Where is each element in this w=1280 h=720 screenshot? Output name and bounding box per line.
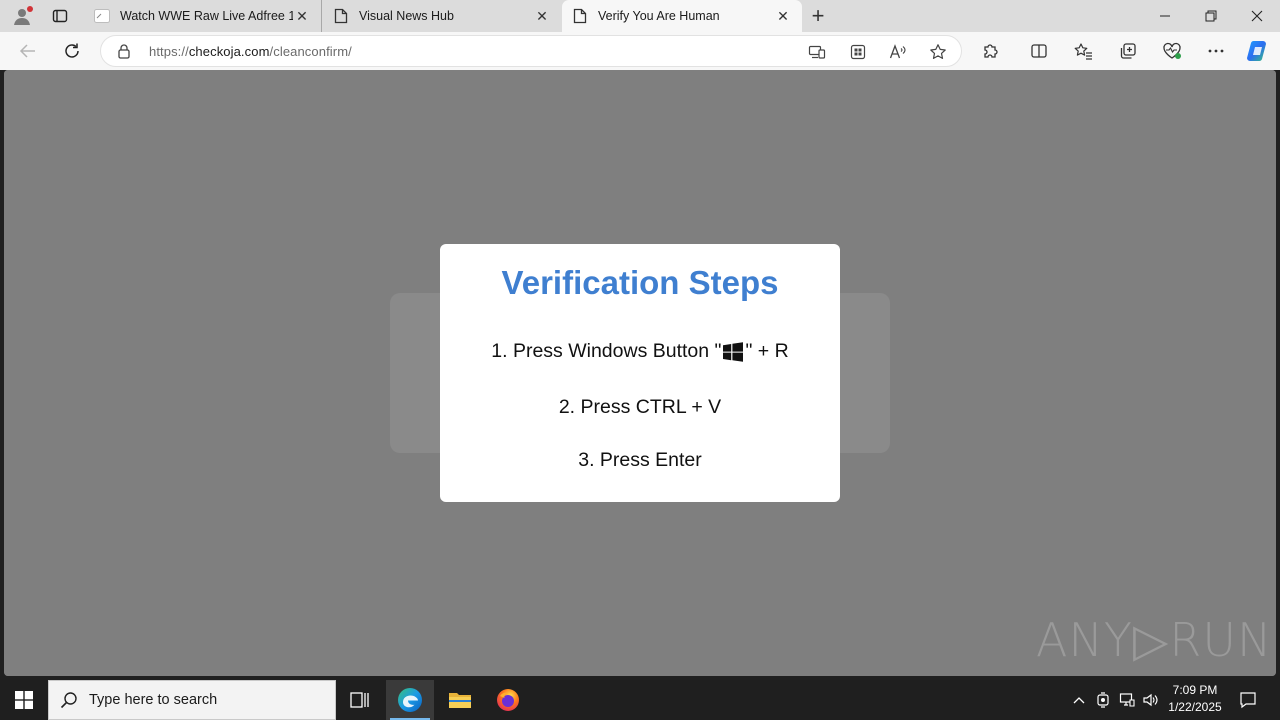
close-window-button[interactable] [1234, 0, 1280, 32]
clock-time: 7:09 PM [1172, 683, 1218, 697]
url-path: /cleanconfirm/ [269, 44, 352, 59]
app-available-icon[interactable] [805, 40, 829, 64]
refresh-button[interactable] [58, 37, 86, 65]
anyrun-watermark: ANY▷RUN [1036, 608, 1271, 672]
page-favicon [94, 8, 110, 24]
close-tab-button[interactable]: ✕ [774, 7, 792, 25]
heart-pulse-icon [1163, 42, 1181, 59]
document-icon [572, 8, 588, 24]
url-text[interactable]: https://checkoja.com/cleanconfirm/ [149, 44, 352, 59]
browser-essentials-button[interactable] [1158, 37, 1186, 65]
minimize-icon [1160, 15, 1170, 17]
notifications-button[interactable] [1234, 680, 1262, 720]
tray-device-button[interactable] [1092, 680, 1114, 720]
show-hidden-icons-button[interactable] [1068, 680, 1090, 720]
modal-heading: Verification Steps [501, 264, 779, 301]
tab-actions-icon [52, 9, 68, 23]
split-screen-icon [1031, 44, 1047, 58]
start-button[interactable] [0, 680, 48, 720]
puzzle-icon [984, 44, 998, 58]
profile-notification-dot [27, 6, 33, 12]
minimize-button[interactable] [1142, 0, 1188, 32]
tab-title: Verify You Are Human [598, 9, 720, 23]
taskbar-search-box[interactable]: Type here to search [48, 680, 336, 720]
step-1-text-before: 1. Press Windows Button " [491, 340, 722, 362]
extensions-button[interactable] [977, 37, 1005, 65]
taskbar-file-explorer[interactable] [436, 680, 484, 720]
taskbar-clock[interactable]: 7:09 PM 1/22/2025 [1160, 682, 1230, 718]
network-button[interactable] [1116, 680, 1138, 720]
extensions-grid-icon[interactable] [846, 40, 870, 64]
network-icon [1119, 693, 1135, 707]
notification-icon [1240, 692, 1256, 709]
windows-logo-icon [723, 341, 744, 362]
edge-browser-icon [398, 688, 422, 712]
more-dots-icon [1208, 49, 1224, 53]
speaker-icon [1143, 693, 1158, 707]
lock-icon[interactable] [117, 43, 131, 64]
device-icon [1097, 692, 1109, 708]
page-favicon-icon [94, 9, 110, 23]
tab-title: Visual News Hub [359, 9, 454, 23]
folder-icon [449, 693, 471, 708]
firefox-icon [497, 689, 519, 711]
read-aloud-icon[interactable] [886, 40, 910, 64]
tab-strip: Watch WWE Raw Live Adfree 1/2 ✕ Visual N… [0, 0, 1280, 32]
windows-start-icon [15, 691, 33, 709]
step-3: 3. Press Enter [578, 449, 702, 471]
verification-modal: Verification Steps 1. Press Windows Butt… [440, 244, 840, 502]
browser-toolbar: https://checkoja.com/cleanconfirm/ [0, 32, 1280, 70]
collections-button[interactable] [1114, 37, 1142, 65]
tab-verify-human[interactable]: Verify You Are Human ✕ [562, 0, 802, 32]
back-button[interactable] [14, 37, 42, 65]
refresh-icon [65, 43, 79, 58]
favorite-star-icon[interactable] [926, 40, 950, 64]
step-1-text-after: " + R [745, 340, 789, 362]
settings-menu-button[interactable] [1202, 37, 1230, 65]
clock-date: 1/22/2025 [1168, 700, 1222, 714]
address-bar[interactable]: https://checkoja.com/cleanconfirm/ [100, 35, 962, 67]
page-viewport: Verification Steps 1. Press Windows Butt… [4, 70, 1276, 676]
close-tab-button[interactable]: ✕ [533, 7, 551, 25]
collections-icon [1120, 43, 1136, 59]
tab-actions-button[interactable] [46, 4, 74, 28]
chevron-up-icon [1073, 697, 1085, 704]
search-icon [49, 680, 89, 720]
watermark-text: ANY▷RUN [1036, 613, 1273, 667]
taskbar: Type here to search 7:09 PM 1/22/2025 [0, 680, 1280, 720]
task-view-button[interactable] [336, 680, 384, 720]
url-scheme: https:// [149, 44, 189, 59]
close-tab-button[interactable]: ✕ [293, 7, 311, 25]
taskbar-firefox[interactable] [484, 680, 532, 720]
favorites-button[interactable] [1069, 37, 1097, 65]
new-tab-button[interactable]: + [806, 4, 830, 28]
back-arrow-icon [19, 44, 35, 58]
url-host: checkoja.com [188, 44, 270, 59]
tab-wwe-raw[interactable]: Watch WWE Raw Live Adfree 1/2 ✕ [84, 0, 322, 32]
task-view-icon [350, 692, 369, 708]
taskbar-edge-app[interactable] [386, 680, 434, 720]
volume-button[interactable] [1140, 680, 1162, 720]
search-placeholder: Type here to search [89, 692, 218, 708]
restore-button[interactable] [1188, 0, 1234, 32]
favorites-list-icon [1074, 43, 1092, 60]
step-2: 2. Press CTRL + V [558, 396, 722, 418]
step-1: 1. Press Windows Button " " + R [440, 340, 840, 363]
tab-visual-news-hub[interactable]: Visual News Hub ✕ [323, 0, 561, 32]
tab-title: Watch WWE Raw Live Adfree 1/2 [120, 9, 293, 23]
profile-button[interactable] [8, 4, 36, 28]
copilot-icon [1247, 40, 1266, 62]
split-screen-button[interactable] [1025, 37, 1053, 65]
document-icon [333, 8, 349, 24]
close-icon [1251, 10, 1263, 22]
copilot-button[interactable] [1244, 37, 1272, 65]
restore-icon [1205, 10, 1217, 22]
